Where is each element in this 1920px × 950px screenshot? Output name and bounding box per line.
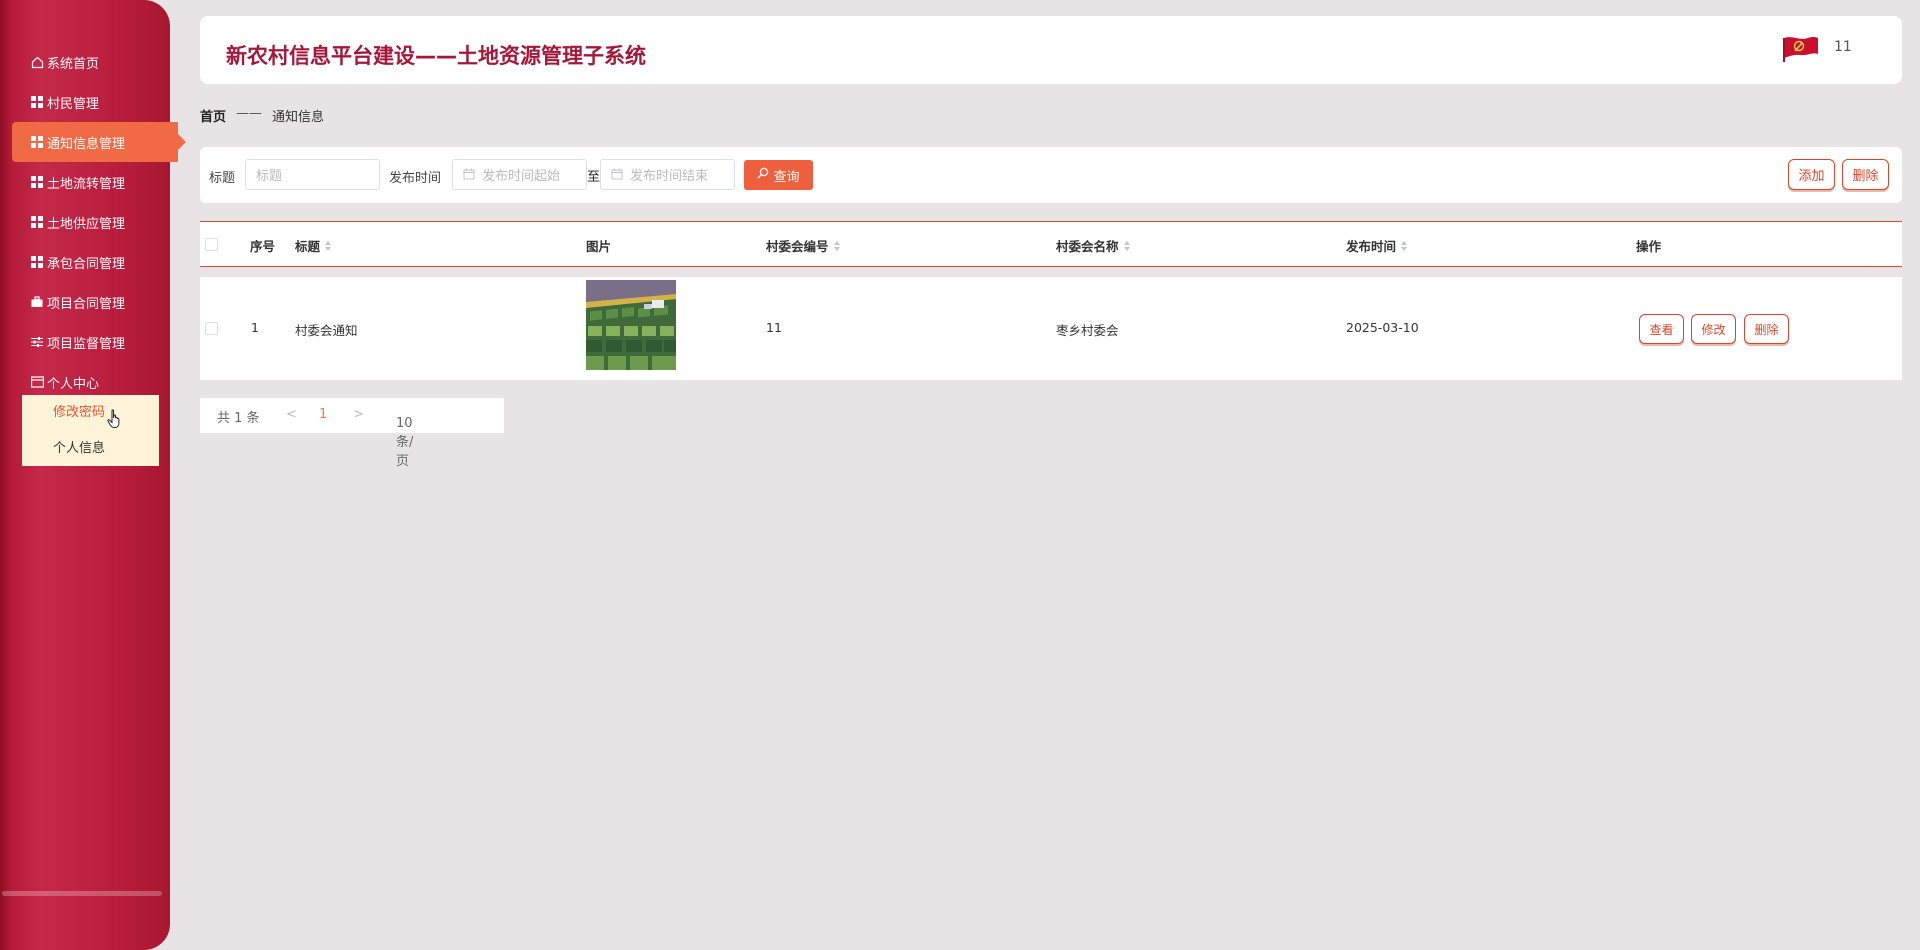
sidebar-item-label: 项目监督管理 — [47, 336, 126, 352]
pagination: 共 1 条 < 1 > 10条/页 ⌵ — [200, 398, 504, 469]
briefcase-icon — [30, 295, 44, 309]
sidebar-menu: 系统首页 村民管理 通知信息管理 土地流转管理 土地供应管理 承包合同管理 项目… — [0, 0, 186, 402]
submenu-item-profile[interactable]: 个人信息 — [22, 438, 159, 474]
chevron-down-icon: ⌵ — [402, 416, 411, 429]
title-placeholder: 标题 — [256, 169, 283, 184]
card-icon — [30, 375, 44, 389]
column-label: 操作 — [1636, 239, 1662, 254]
submenu-item-change-password[interactable]: 修改密码 — [22, 402, 159, 438]
calendar-icon — [463, 168, 476, 181]
end-date-placeholder: 发布时间结束 — [630, 169, 709, 184]
add-button[interactable]: 添加 — [1788, 159, 1835, 190]
table-header: 序号 标题 图片 村委会编号 村委会名称 发布时间 操作 — [200, 221, 1902, 267]
select-all-checkbox[interactable] — [205, 238, 218, 251]
sidebar-item-label: 土地供应管理 — [47, 216, 126, 232]
column-label: 标题 — [295, 239, 321, 254]
sidebar-item-label: 承包合同管理 — [47, 256, 126, 272]
sidebar-item-land-transfer[interactable]: 土地流转管理 — [0, 162, 170, 202]
column-header-title[interactable]: 标题 — [295, 236, 332, 255]
calendar-icon — [611, 168, 624, 181]
sliders-icon — [30, 335, 44, 349]
grid-icon — [30, 215, 44, 229]
column-header-index: 序号 — [250, 236, 275, 255]
sidebar-item-villagers[interactable]: 村民管理 — [0, 82, 170, 122]
row-committee-no: 11 — [766, 320, 782, 335]
query-button[interactable]: 查询 — [744, 160, 813, 190]
personal-submenu: 修改密码 个人信息 — [22, 395, 159, 466]
grid-icon — [30, 135, 44, 149]
sort-icon[interactable] — [1401, 240, 1408, 251]
sidebar: 系统首页 村民管理 通知信息管理 土地流转管理 土地供应管理 承包合同管理 项目… — [0, 0, 186, 950]
start-date-placeholder: 发布时间起始 — [482, 169, 561, 184]
column-header-actions: 操作 — [1636, 236, 1661, 255]
breadcrumb-current: 通知信息 — [272, 110, 325, 125]
breadcrumb-home[interactable]: 首页 — [200, 106, 226, 125]
breadcrumb: 首页 —— 通知信息 — [200, 106, 324, 125]
column-header-committee-no[interactable]: 村委会编号 — [766, 236, 840, 255]
page-number[interactable]: 1 — [319, 407, 327, 422]
start-date-input[interactable]: 发布时间起始 — [452, 159, 587, 190]
grid-icon — [30, 175, 44, 189]
prev-page-button[interactable]: < — [286, 407, 297, 422]
system-title: 新农村信息平台建设——土地资源管理子系统 — [226, 44, 646, 68]
column-label: 村委会名称 — [1056, 239, 1119, 254]
sidebar-item-supervision[interactable]: 项目监督管理 — [0, 322, 170, 362]
sort-icon[interactable] — [325, 240, 332, 251]
search-icon — [757, 167, 769, 183]
page-header: 新农村信息平台建设——土地资源管理子系统 11 — [200, 16, 1902, 84]
delete-button[interactable]: 删除 — [1744, 314, 1789, 344]
row-checkbox[interactable] — [205, 322, 218, 335]
batch-delete-button[interactable]: 删除 — [1842, 159, 1889, 190]
grid-icon — [30, 255, 44, 269]
column-label: 序号 — [250, 239, 276, 254]
table-row: 1 村委会通知 11 枣乡村委会 2025-03-10 查看 修改 删除 — [200, 277, 1902, 380]
row-index: 1 — [251, 320, 259, 335]
column-label: 图片 — [586, 239, 612, 254]
column-header-publish-time[interactable]: 发布时间 — [1346, 236, 1408, 255]
edit-button[interactable]: 修改 — [1691, 314, 1736, 344]
filter-bar: 标题 标题 发布时间 发布时间起始 至 发布时间结束 查询 添加 删除 — [200, 147, 1902, 203]
pointer-cursor-icon — [107, 409, 123, 429]
user-name[interactable]: 11 — [1834, 39, 1852, 55]
query-button-label: 查询 — [773, 169, 800, 185]
sidebar-item-project-contracts[interactable]: 项目合同管理 — [0, 282, 170, 322]
sidebar-scrollbar[interactable] — [2, 891, 162, 896]
home-icon — [30, 55, 44, 69]
time-filter-label: 发布时间 — [389, 171, 442, 186]
column-label: 村委会编号 — [766, 239, 829, 254]
title-search-input[interactable]: 标题 — [245, 159, 380, 190]
sidebar-item-contracts[interactable]: 承包合同管理 — [0, 242, 170, 282]
farmland-thumbnail-image[interactable] — [586, 280, 676, 370]
grid-icon — [30, 95, 44, 109]
sort-icon[interactable] — [1123, 240, 1130, 251]
row-publish-time: 2025-03-10 — [1346, 320, 1419, 335]
sidebar-item-home[interactable]: 系统首页 — [0, 42, 170, 82]
breadcrumb-separator: —— — [236, 106, 263, 121]
sidebar-item-label: 个人中心 — [47, 376, 100, 392]
sidebar-item-label: 通知信息管理 — [47, 136, 126, 152]
end-date-input[interactable]: 发布时间结束 — [600, 159, 735, 190]
sidebar-item-label: 系统首页 — [47, 56, 100, 72]
sidebar-item-label: 村民管理 — [47, 96, 100, 112]
total-count: 共 1 条 — [217, 411, 260, 426]
sidebar-item-notices[interactable]: 通知信息管理 — [12, 122, 186, 162]
row-title: 村委会通知 — [295, 323, 358, 338]
view-button[interactable]: 查看 — [1639, 314, 1684, 344]
column-label: 发布时间 — [1346, 239, 1397, 254]
sidebar-item-label: 土地流转管理 — [47, 176, 126, 192]
column-header-committee-name[interactable]: 村委会名称 — [1056, 236, 1130, 255]
party-flag-icon — [1782, 35, 1820, 63]
date-range-separator: 至 — [587, 170, 601, 185]
sort-icon[interactable] — [833, 240, 840, 251]
title-filter-label: 标题 — [209, 171, 236, 186]
sidebar-item-land-supply[interactable]: 土地供应管理 — [0, 202, 170, 242]
row-committee-name: 枣乡村委会 — [1056, 323, 1119, 338]
sidebar-item-label: 项目合同管理 — [47, 296, 126, 312]
next-page-button[interactable]: > — [353, 407, 364, 422]
column-header-image: 图片 — [586, 236, 611, 255]
